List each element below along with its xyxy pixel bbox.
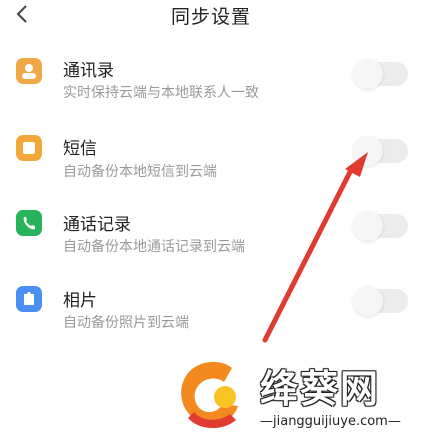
sync-item-sms: 短信 自动备份本地短信到云端 bbox=[0, 131, 422, 209]
toggle-knob bbox=[353, 59, 383, 89]
watermark: 绛葵网 —jiangguijiuye.com— bbox=[170, 352, 422, 440]
contacts-toggle[interactable] bbox=[353, 59, 408, 89]
photo-icon bbox=[16, 286, 42, 312]
sync-item-description: 实时保持云端与本地联系人一致 bbox=[63, 85, 259, 101]
page-title: 同步设置 bbox=[170, 6, 251, 28]
call-log-toggle[interactable] bbox=[353, 211, 408, 241]
sync-item-description: 自动备份本地通话记录到云端 bbox=[63, 239, 245, 255]
sync-item-title: 通话记录 bbox=[63, 215, 131, 235]
sync-item-call-log: 通话记录 自动备份本地通话记录到云端 bbox=[0, 208, 422, 286]
toggle-knob bbox=[353, 286, 383, 316]
sync-item-contacts: 通讯录 实时保持云端与本地联系人一致 bbox=[0, 52, 422, 130]
sms-icon bbox=[16, 135, 42, 161]
toggle-knob bbox=[353, 136, 383, 166]
watermark-url: —jiangguijiuye.com— bbox=[258, 414, 403, 429]
contacts-icon bbox=[16, 58, 42, 84]
toggle-knob bbox=[353, 211, 383, 241]
watermark-brand: 绛葵网 bbox=[260, 367, 381, 411]
sync-item-title: 相片 bbox=[63, 291, 97, 311]
sync-item-description: 自动备份本地短信到云端 bbox=[63, 164, 217, 180]
watermark-logo bbox=[181, 361, 238, 429]
sms-toggle[interactable] bbox=[353, 136, 408, 166]
phone-icon bbox=[16, 210, 42, 236]
sync-item-title: 短信 bbox=[63, 139, 97, 159]
sync-item-description: 自动备份照片到云端 bbox=[63, 315, 189, 331]
header-bar: 同步设置 bbox=[0, 0, 422, 34]
sync-item-photos: 相片 自动备份照片到云端 bbox=[0, 284, 422, 362]
sync-item-title: 通讯录 bbox=[63, 61, 114, 81]
photos-toggle[interactable] bbox=[353, 286, 408, 316]
